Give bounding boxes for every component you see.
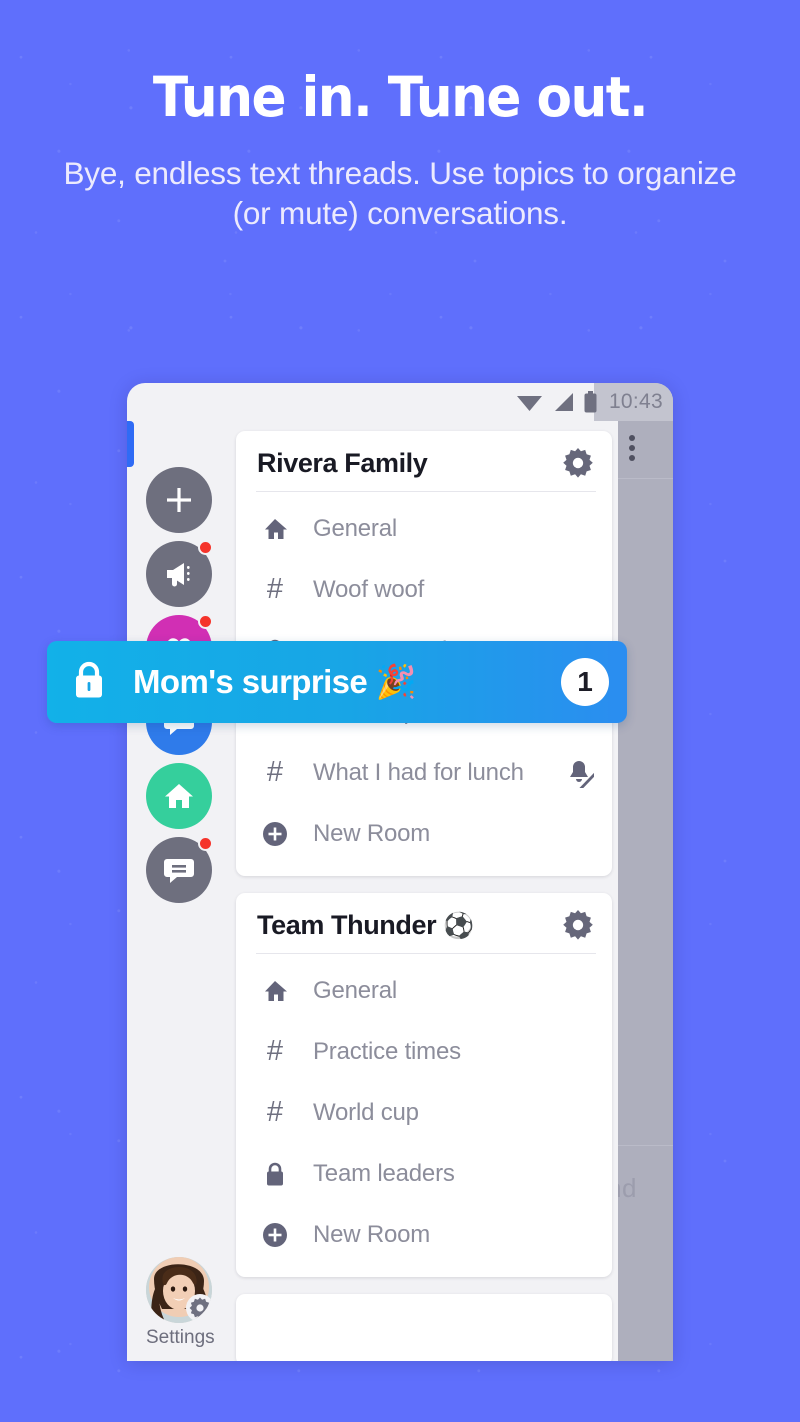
cell-signal-icon (554, 393, 573, 411)
mute-bell-icon (564, 758, 594, 788)
group-card-list: Rivera Family General # Woof woof # What… (230, 421, 618, 1361)
settings-button[interactable]: Settings (146, 1257, 215, 1349)
message-icon (164, 859, 194, 883)
room-item[interactable]: # What I had for lunch (236, 742, 612, 803)
unread-badge: 1 (561, 658, 609, 706)
room-item[interactable]: General (236, 960, 612, 1021)
room-name: World cup (313, 1098, 419, 1126)
group-title: Rivera Family (257, 447, 428, 478)
gear-glyph (189, 1297, 211, 1319)
room-name: Woof woof (313, 575, 425, 603)
battery-icon (584, 391, 597, 413)
promo-subtitle: Bye, endless text threads. Use topics to… (63, 155, 737, 232)
plus-circle-icon (257, 1222, 293, 1248)
room-item[interactable]: # World cup (236, 1082, 612, 1143)
group-title: Team Thunder ⚽ (257, 910, 562, 941)
group-title-emoji: ⚽ (443, 911, 475, 940)
promo-text-block: Tune in. Tune out. Bye, endless text thr… (0, 70, 800, 234)
room-name: General (313, 976, 397, 1004)
room-name: Practice times (313, 1037, 461, 1065)
room-name: General (313, 514, 397, 542)
plus-circle-icon (257, 821, 293, 847)
group-card-header: Team Thunder ⚽ (236, 893, 612, 953)
room-item[interactable]: # Woof woof (236, 559, 612, 620)
lock-icon (257, 1161, 293, 1187)
group-title-text: Team Thunder (257, 909, 437, 940)
group-card-partial (236, 1294, 612, 1361)
rail-selection-indicator (127, 421, 134, 467)
status-time: 10:43 (608, 390, 663, 413)
gear-icon[interactable] (562, 447, 594, 479)
hash-icon: # (266, 756, 284, 788)
settings-label: Settings (146, 1327, 215, 1348)
group-card-header: Rivera Family (236, 431, 612, 491)
overflow-menu-icon[interactable] (629, 435, 635, 461)
group-rail: Settings (127, 421, 230, 1361)
avatar (146, 1257, 212, 1323)
new-room-button[interactable]: New Room (236, 1204, 612, 1265)
gear-icon[interactable] (562, 909, 594, 941)
room-name: What I had for lunch (313, 758, 524, 786)
plus-icon (167, 488, 191, 512)
gear-icon (186, 1294, 212, 1322)
highlighted-room-label: Mom's surprise 🎉 (133, 662, 417, 700)
hash-icon: # (266, 1096, 284, 1128)
rail-item-megaphone[interactable] (146, 540, 213, 607)
room-item[interactable]: General (236, 498, 612, 559)
phone-mockup: nd 10:43 Settings Rivera Family General … (127, 383, 673, 1361)
group-card: Team Thunder ⚽ General # Practice times … (236, 893, 612, 1277)
add-group-button[interactable] (146, 467, 212, 533)
status-bar: 10:43 (127, 383, 673, 421)
room-name: Team leaders (313, 1159, 455, 1187)
room-item[interactable]: Team leaders (236, 1143, 612, 1204)
hash-icon: # (266, 573, 284, 605)
promo-headline: Tune in. Tune out. (152, 65, 649, 129)
new-room-label: New Room (313, 1220, 431, 1248)
home-icon (257, 979, 293, 1003)
new-room-label: New Room (313, 819, 431, 847)
rail-item-home[interactable] (146, 763, 212, 829)
room-item[interactable]: # Practice times (236, 1021, 612, 1082)
unread-dot (198, 614, 213, 629)
divider (256, 491, 596, 492)
lock-icon (71, 659, 107, 706)
navigation-drawer: Settings Rivera Family General # Woof wo… (127, 421, 618, 1361)
unread-dot (198, 540, 213, 555)
unread-dot (198, 836, 213, 851)
home-icon (257, 517, 293, 541)
divider (256, 953, 596, 954)
highlighted-room-moms-surprise[interactable]: Mom's surprise 🎉 1 (47, 641, 627, 723)
megaphone-icon (167, 563, 190, 587)
hash-icon: # (266, 1035, 284, 1067)
new-room-button[interactable]: New Room (236, 803, 612, 864)
wifi-icon (516, 396, 542, 411)
home-icon (165, 784, 193, 808)
rail-item-messages[interactable] (146, 836, 213, 903)
